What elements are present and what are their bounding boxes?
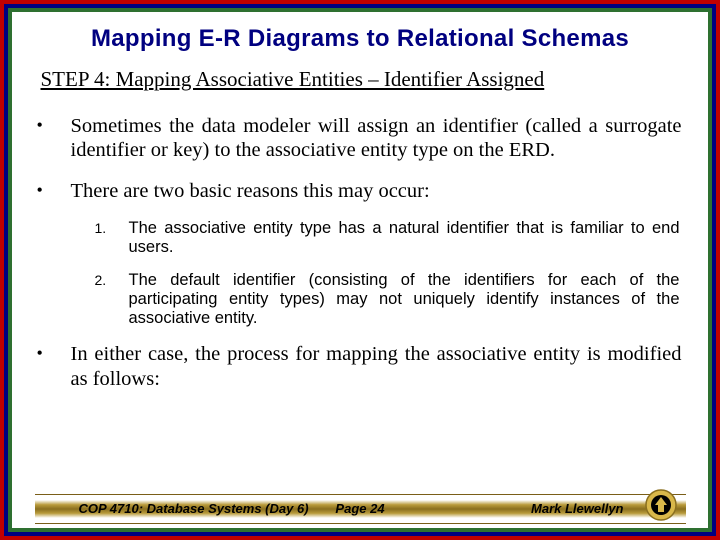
footer-bar: COP 4710: Database Systems (Day 6) Page … [35, 494, 686, 524]
sub-bullet-item: 2. The default identifier (consisting of… [95, 271, 680, 328]
bullet-text: Sometimes the data modeler will assign a… [71, 114, 686, 163]
footer-page: Page 24 [335, 501, 384, 516]
sub-bullet-number: 2. [95, 271, 129, 328]
bullet-item: • Sometimes the data modeler will assign… [35, 114, 686, 163]
bullet-item: • In either case, the process for mappin… [35, 342, 686, 391]
step-heading: STEP 4: Mapping Associative Entities – I… [35, 67, 686, 92]
bullet-marker: • [35, 114, 71, 163]
numbered-sublist: 1. The associative entity type has a nat… [95, 219, 680, 328]
footer-container: COP 4710: Database Systems (Day 6) Page … [35, 494, 686, 524]
bullet-item: • There are two basic reasons this may o… [35, 179, 686, 204]
sub-bullet-text: The default identifier (consisting of th… [129, 271, 680, 328]
bullet-marker: • [35, 179, 71, 204]
sub-bullet-number: 1. [95, 219, 129, 257]
ucf-logo-icon [644, 488, 678, 525]
bullet-text: There are two basic reasons this may occ… [71, 179, 686, 204]
slide-inner-frame: Mapping E-R Diagrams to Relational Schem… [8, 8, 712, 532]
footer-course: COP 4710: Database Systems (Day 6) [79, 501, 309, 516]
slide-mid-border: Mapping E-R Diagrams to Relational Schem… [4, 4, 716, 536]
slide-body: Mapping E-R Diagrams to Relational Schem… [13, 13, 708, 528]
sub-bullet-item: 1. The associative entity type has a nat… [95, 219, 680, 257]
slide-outer-border: Mapping E-R Diagrams to Relational Schem… [0, 0, 720, 540]
sub-bullet-text: The associative entity type has a natura… [129, 219, 680, 257]
footer-author: Mark Llewellyn [531, 501, 623, 516]
bullet-marker: • [35, 342, 71, 391]
slide-title: Mapping E-R Diagrams to Relational Schem… [35, 25, 686, 53]
bullet-text: In either case, the process for mapping … [71, 342, 686, 391]
bullet-list: • Sometimes the data modeler will assign… [35, 114, 686, 494]
